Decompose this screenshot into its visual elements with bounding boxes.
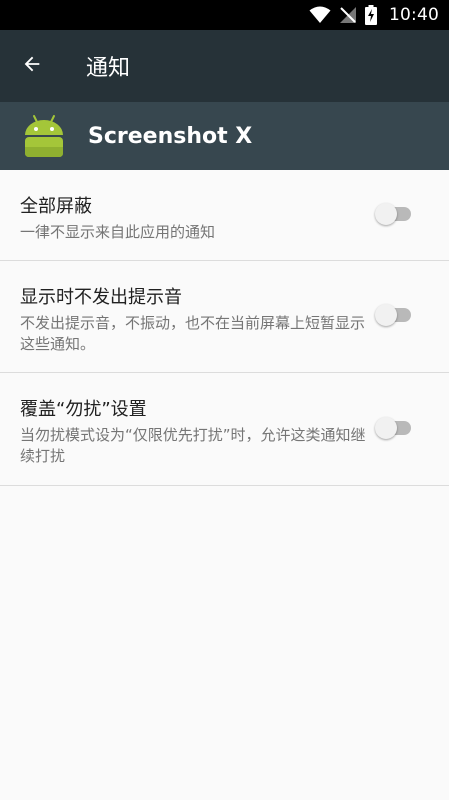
silent-switch[interactable] (375, 298, 415, 334)
setting-summary: 一律不显示来自此应用的通知 (20, 223, 216, 241)
app-bar: 通知 (0, 30, 449, 102)
block-all-switch[interactable] (375, 197, 415, 233)
setting-summary: 当勿扰模式设为“仅限优先打扰”时，允许这类通知继续打扰 (20, 426, 366, 465)
override-dnd-switch[interactable] (375, 411, 415, 447)
setting-silent[interactable]: 显示时不发出提示音 不发出提示音，不振动，也不在当前屏幕上短暂显示这些通知。 (0, 261, 449, 373)
arrow-left-icon (21, 53, 43, 79)
settings-list: 全部屏蔽 一律不显示来自此应用的通知 显示时不发出提示音 不发出提示音，不振动，… (0, 170, 449, 486)
setting-text: 覆盖“勿扰”设置 当勿扰模式设为“仅限优先打扰”时，允许这类通知继续打扰 (20, 399, 429, 467)
setting-text: 显示时不发出提示音 不发出提示音，不振动，也不在当前屏幕上短暂显示这些通知。 (20, 287, 429, 355)
status-icons: 10:40 (309, 0, 439, 30)
back-button[interactable] (0, 30, 64, 102)
android-icon (20, 112, 68, 160)
wifi-icon (309, 6, 331, 24)
app-header: Screenshot X (0, 102, 449, 170)
setting-summary: 不发出提示音，不振动，也不在当前屏幕上短暂显示这些通知。 (20, 314, 366, 353)
setting-block-all[interactable]: 全部屏蔽 一律不显示来自此应用的通知 (0, 170, 449, 261)
setting-override-dnd[interactable]: 覆盖“勿扰”设置 当勿扰模式设为“仅限优先打扰”时，允许这类通知继续打扰 (0, 373, 449, 486)
status-bar: 10:40 (0, 0, 449, 30)
page-title: 通知 (86, 56, 131, 81)
battery-charging-icon (365, 5, 377, 25)
setting-title: 全部屏蔽 (20, 196, 92, 217)
setting-title: 显示时不发出提示音 (20, 287, 182, 308)
setting-text: 全部屏蔽 一律不显示来自此应用的通知 (20, 196, 429, 243)
switch-thumb (375, 203, 397, 225)
switch-thumb (375, 304, 397, 326)
status-time: 10:40 (389, 5, 439, 25)
switch-thumb (375, 417, 397, 439)
signal-off-icon (339, 6, 357, 24)
setting-title: 覆盖“勿扰”设置 (20, 399, 147, 420)
notification-settings-screen: 10:40 通知 Screenshot X 全部屏蔽 一律不显示来自此应用的通知… (0, 0, 449, 800)
app-name: Screenshot X (88, 123, 253, 149)
